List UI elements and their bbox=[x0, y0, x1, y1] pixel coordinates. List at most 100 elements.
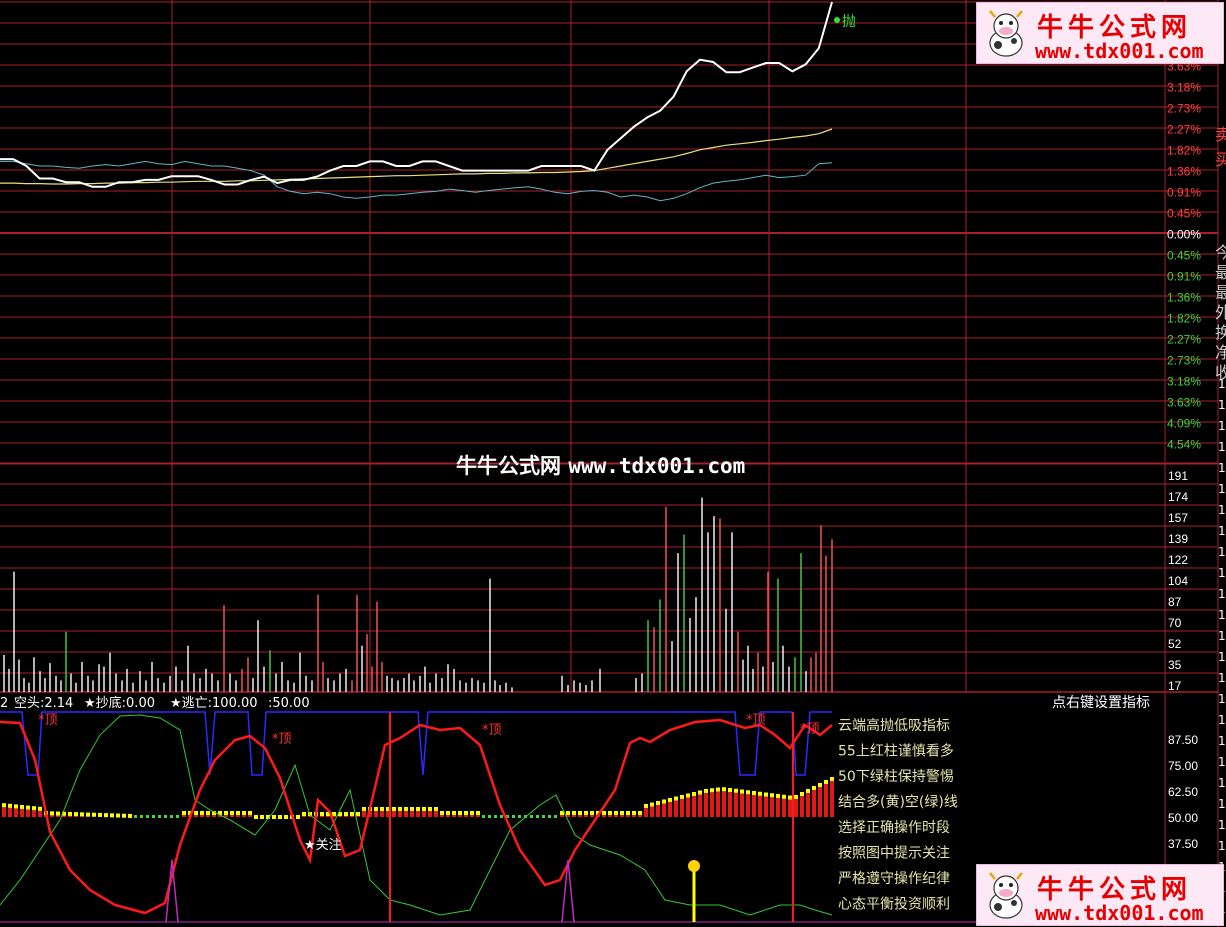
yellow-cap bbox=[398, 807, 402, 811]
yellow-cap bbox=[86, 812, 90, 817]
site-logo-top: 牛牛公式网 www.tdx001.com bbox=[976, 2, 1224, 64]
red-column bbox=[812, 790, 816, 817]
red-column bbox=[704, 793, 708, 817]
price-tick-label: 2.27% bbox=[1167, 122, 1201, 136]
status-bar-item: ★逃亡:100.00 bbox=[170, 696, 258, 711]
yellow-cap bbox=[224, 811, 228, 815]
red-column bbox=[692, 796, 696, 817]
yellow-cap bbox=[830, 777, 834, 781]
red-column bbox=[344, 816, 348, 817]
red-column bbox=[830, 781, 834, 817]
yellow-cap bbox=[608, 811, 612, 815]
red-column bbox=[74, 816, 78, 817]
right-edge-digit: 1 bbox=[1218, 398, 1226, 412]
indicator-annotation: ★关注 bbox=[304, 838, 342, 853]
right-edge-digit: 1 bbox=[1218, 713, 1226, 727]
yellow-cap bbox=[800, 792, 804, 796]
red-column bbox=[380, 811, 384, 817]
yellow-cap bbox=[332, 812, 336, 816]
red-column bbox=[788, 799, 792, 817]
yellow-cap bbox=[734, 788, 738, 793]
price-tick-label: 1.82% bbox=[1167, 143, 1201, 157]
indicator-legend-line: 严格遵守操作纪律 bbox=[838, 870, 950, 887]
red-column bbox=[560, 815, 564, 817]
yellow-cap bbox=[632, 811, 636, 815]
right-edge-digit: 1 bbox=[1218, 377, 1226, 391]
price-tick-label: 3.18% bbox=[1167, 80, 1201, 94]
neutral-marker bbox=[512, 815, 515, 818]
red-column bbox=[824, 784, 828, 817]
red-column bbox=[470, 815, 474, 817]
indicator-annotation: *顶 bbox=[746, 713, 766, 728]
red-column bbox=[434, 811, 438, 817]
red-column bbox=[362, 811, 366, 817]
indicator-annotation: *顶 bbox=[482, 723, 502, 738]
indicator-legend-line: 50下绿柱保持警惕 bbox=[838, 769, 954, 785]
yellow-cap bbox=[80, 812, 84, 817]
red-column bbox=[644, 808, 648, 817]
volume-tick-label: 52 bbox=[1168, 637, 1182, 651]
yellow-cap bbox=[374, 807, 378, 811]
red-column bbox=[698, 794, 702, 817]
yellow-cap bbox=[284, 815, 288, 819]
yellow-cap bbox=[20, 805, 24, 809]
right-edge-digit: 1 bbox=[1218, 734, 1226, 748]
yellow-cap bbox=[302, 812, 306, 816]
indicator-legend-line: 结合多(黄)空(绿)线 bbox=[838, 794, 958, 811]
red-column bbox=[638, 815, 642, 817]
neutral-marker bbox=[140, 815, 143, 818]
neutral-marker bbox=[554, 815, 557, 818]
neutral-marker bbox=[518, 815, 521, 818]
indicator-legend-line: 心态平衡投资顺利 bbox=[838, 897, 950, 913]
red-column bbox=[212, 815, 216, 817]
yellow-cap bbox=[698, 790, 702, 795]
yellow-cap bbox=[824, 780, 828, 784]
red-column bbox=[674, 800, 678, 817]
yellow-cap bbox=[350, 812, 354, 816]
yellow-cap bbox=[200, 811, 204, 815]
red-column bbox=[338, 816, 342, 817]
yellow-cap bbox=[278, 815, 282, 819]
right-edge-char: 净 bbox=[1215, 343, 1226, 362]
neutral-marker bbox=[152, 815, 155, 818]
volume-tick-label: 70 bbox=[1168, 616, 1182, 630]
red-column bbox=[374, 811, 378, 817]
neutral-marker bbox=[176, 815, 179, 818]
price-panel: 抛 bbox=[0, 1, 856, 202]
watermark: 牛牛公式网 www.tdx001.com bbox=[456, 450, 745, 480]
red-column bbox=[404, 811, 408, 817]
red-column bbox=[410, 811, 414, 817]
yellow-cap bbox=[650, 802, 654, 807]
red-column bbox=[68, 815, 72, 817]
price-line bbox=[0, 1, 833, 188]
right-edge-digit: 1 bbox=[1218, 692, 1226, 706]
volume-tick-label: 87 bbox=[1168, 595, 1182, 609]
yellow-cap bbox=[236, 811, 240, 815]
volume-tick-label: 174 bbox=[1168, 490, 1188, 504]
red-column bbox=[20, 809, 24, 817]
yellow-cap bbox=[812, 786, 816, 790]
red-column bbox=[32, 810, 36, 817]
yellow-cap bbox=[782, 794, 786, 799]
red-column bbox=[620, 815, 624, 817]
yellow-cap bbox=[260, 815, 264, 819]
yellow-cap bbox=[716, 787, 720, 792]
yellow-cap bbox=[710, 788, 714, 793]
lower-band-line bbox=[0, 160, 833, 202]
yellow-cap bbox=[380, 807, 384, 811]
right-edge-digit: 1 bbox=[1218, 482, 1226, 496]
red-column bbox=[818, 787, 822, 817]
yellow-cap bbox=[356, 812, 360, 816]
yellow-cap bbox=[410, 807, 414, 811]
yellow-cap bbox=[128, 813, 132, 818]
yellow-cap bbox=[38, 806, 42, 811]
red-column bbox=[56, 815, 60, 817]
yellow-signal-dot bbox=[688, 860, 700, 872]
price-tick-label: 0.45% bbox=[1167, 248, 1201, 262]
red-column bbox=[14, 808, 18, 817]
watermark-url: www.tdx001.com bbox=[568, 454, 746, 478]
price-tick-label: 2.27% bbox=[1167, 332, 1201, 346]
sell-signal-label: 抛 bbox=[842, 14, 856, 30]
yellow-cap bbox=[56, 811, 60, 816]
indicator-tick-label: 37.50 bbox=[1168, 837, 1198, 851]
